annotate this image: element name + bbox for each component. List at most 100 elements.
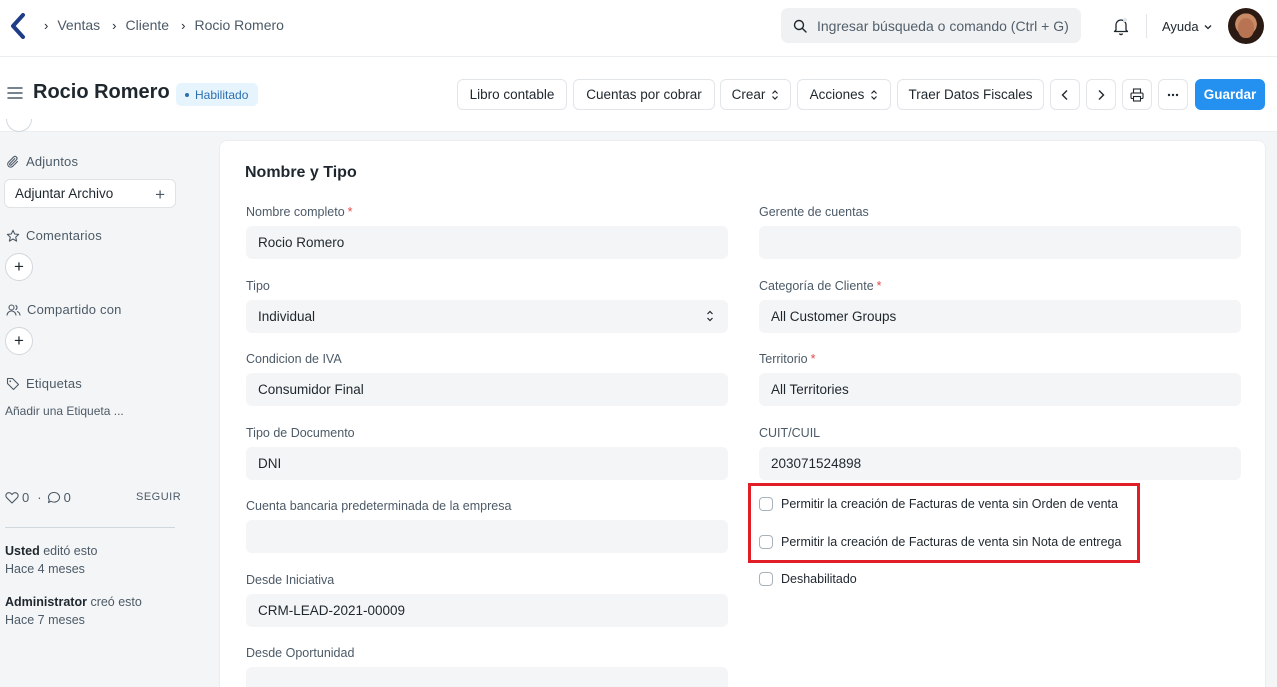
- account-manager-field[interactable]: [759, 226, 1241, 259]
- territory-label: Territorio *: [759, 352, 816, 366]
- attach-file-button[interactable]: Adjuntar Archivo +: [4, 179, 176, 208]
- breadcrumb-cliente[interactable]: Cliente: [126, 17, 170, 33]
- from-lead-label: Desde Iniciativa: [246, 573, 335, 587]
- shared-label: Compartido con: [27, 302, 122, 317]
- required-asterisk: *: [810, 352, 816, 366]
- chevron-left-icon: [1061, 89, 1068, 100]
- activity-action: creó esto: [90, 595, 142, 609]
- ledger-button[interactable]: Libro contable: [457, 79, 567, 110]
- tag-icon: [6, 377, 20, 390]
- status-badge: Habilitado: [176, 83, 259, 106]
- from-opportunity-field[interactable]: [246, 667, 728, 687]
- breadcrumb-current[interactable]: Rocio Romero: [194, 17, 283, 33]
- page-header: Rocio Romero Habilitado Libro contable C…: [0, 57, 1277, 132]
- comments-section: Comentarios: [6, 228, 102, 243]
- receivables-button[interactable]: Cuentas por cobrar: [573, 79, 715, 110]
- form-card: Nombre y Tipo Nombre completo * Rocio Rom…: [219, 140, 1266, 687]
- chevron-right-icon: ›: [44, 17, 49, 33]
- type-select[interactable]: Individual: [246, 300, 728, 333]
- checkbox-box[interactable]: [759, 572, 773, 586]
- attachments-label: Adjuntos: [26, 154, 79, 169]
- likes-comments-counter: 0 · 0: [5, 490, 76, 505]
- activity-user[interactable]: Usted: [5, 544, 40, 558]
- fiscal-data-button[interactable]: Traer Datos Fiscales: [897, 79, 1044, 110]
- customer-group-field[interactable]: All Customer Groups: [759, 300, 1241, 333]
- type-label: Tipo: [246, 279, 270, 293]
- previous-record-button[interactable]: [1050, 79, 1080, 110]
- iva-label: Condicion de IVA: [246, 352, 342, 366]
- next-record-button[interactable]: [1086, 79, 1116, 110]
- updown-chevron-icon: [707, 310, 713, 322]
- iva-field[interactable]: Consumidor Final: [246, 373, 728, 406]
- activity-item: Administrator creó esto Hace 7 meses: [5, 593, 142, 629]
- full-name-field[interactable]: Rocio Romero: [246, 226, 728, 259]
- form-sidebar: Adjuntos Adjuntar Archivo + Comentarios …: [0, 119, 200, 687]
- from-lead-field[interactable]: CRM-LEAD-2021-00009: [246, 594, 728, 627]
- required-asterisk: *: [876, 279, 882, 293]
- status-label: Habilitado: [195, 87, 249, 102]
- top-navbar: › Ventas › Cliente › Rocio Romero Ingres…: [0, 0, 1277, 57]
- navbar-divider: [1146, 14, 1147, 38]
- add-comment-button[interactable]: +: [5, 253, 33, 281]
- chevron-down-icon: [1204, 24, 1212, 29]
- checkbox-label: Deshabilitado: [781, 572, 857, 586]
- tax-id-label: CUIT/CUIL: [759, 426, 821, 440]
- app-logo-icon[interactable]: [10, 13, 26, 39]
- tags-label: Etiquetas: [26, 376, 83, 391]
- activity-time: Hace 7 meses: [5, 613, 85, 627]
- search-icon: [793, 19, 807, 33]
- tags-section: Etiquetas: [6, 376, 82, 391]
- save-button[interactable]: Guardar: [1195, 79, 1265, 110]
- add-share-button[interactable]: +: [5, 327, 33, 355]
- chevron-right-icon: ›: [181, 17, 186, 33]
- shared-section: Compartido con: [6, 302, 122, 317]
- add-tag-link[interactable]: Añadir una Etiqueta ...: [5, 404, 124, 418]
- star-icon: [6, 229, 20, 242]
- follow-button[interactable]: SEGUIR: [136, 491, 181, 503]
- highlight-box: [748, 483, 1140, 563]
- help-label: Ayuda: [1162, 19, 1199, 34]
- doc-type-label: Tipo de Documento: [246, 426, 355, 440]
- users-icon: [6, 303, 21, 316]
- doc-type-field[interactable]: DNI: [246, 447, 728, 480]
- account-manager-label: Gerente de cuentas: [759, 205, 869, 219]
- heart-icon[interactable]: [5, 491, 19, 504]
- help-dropdown[interactable]: Ayuda: [1162, 19, 1213, 34]
- updown-chevron-icon: [871, 89, 878, 100]
- more-options-button[interactable]: [1158, 79, 1188, 110]
- search-bar[interactable]: Ingresar búsqueda o comando (Ctrl + G): [781, 8, 1081, 43]
- territory-field[interactable]: All Territories: [759, 373, 1241, 406]
- comment-bubble-icon[interactable]: [47, 491, 61, 504]
- section-title: Nombre y Tipo: [245, 164, 357, 181]
- bank-account-label: Cuenta bancaria predeterminada de la emp…: [246, 499, 512, 513]
- breadcrumb-ventas[interactable]: Ventas: [57, 17, 100, 33]
- activity-time: Hace 4 meses: [5, 562, 85, 576]
- actions-label: Acciones: [809, 87, 865, 102]
- bank-account-field[interactable]: [246, 520, 728, 553]
- dot-separator: ·: [37, 490, 42, 505]
- ellipsis-icon: [1167, 93, 1179, 96]
- disabled-checkbox[interactable]: Deshabilitado: [759, 572, 857, 586]
- user-avatar[interactable]: [1228, 8, 1264, 44]
- required-asterisk: *: [347, 205, 353, 219]
- print-button[interactable]: [1122, 79, 1152, 110]
- tax-id-field[interactable]: 203071524898: [759, 447, 1241, 480]
- plus-icon: +: [155, 185, 165, 204]
- activity-user[interactable]: Administrator: [5, 595, 87, 609]
- comments-label: Comentarios: [26, 228, 102, 243]
- chevron-right-icon: ›: [112, 17, 117, 33]
- likes-count: 0: [22, 490, 30, 505]
- breadcrumb: › Ventas › Cliente › Rocio Romero: [44, 17, 296, 33]
- sidebar-divider: [5, 527, 175, 528]
- create-dropdown-button[interactable]: Crear: [720, 79, 791, 110]
- search-placeholder: Ingresar búsqueda o comando (Ctrl + G): [817, 17, 1069, 34]
- notification-bell-icon[interactable]: [1112, 16, 1130, 36]
- sidebar-toggle-icon[interactable]: [7, 86, 23, 100]
- actions-dropdown-button[interactable]: Acciones: [797, 79, 891, 110]
- activity-item: Usted editó esto Hace 4 meses: [5, 542, 97, 578]
- paperclip-icon: [7, 155, 19, 168]
- type-value: Individual: [258, 309, 316, 324]
- create-label: Crear: [731, 87, 766, 102]
- attach-file-label: Adjuntar Archivo: [15, 186, 114, 201]
- activity-action: editó esto: [43, 544, 98, 558]
